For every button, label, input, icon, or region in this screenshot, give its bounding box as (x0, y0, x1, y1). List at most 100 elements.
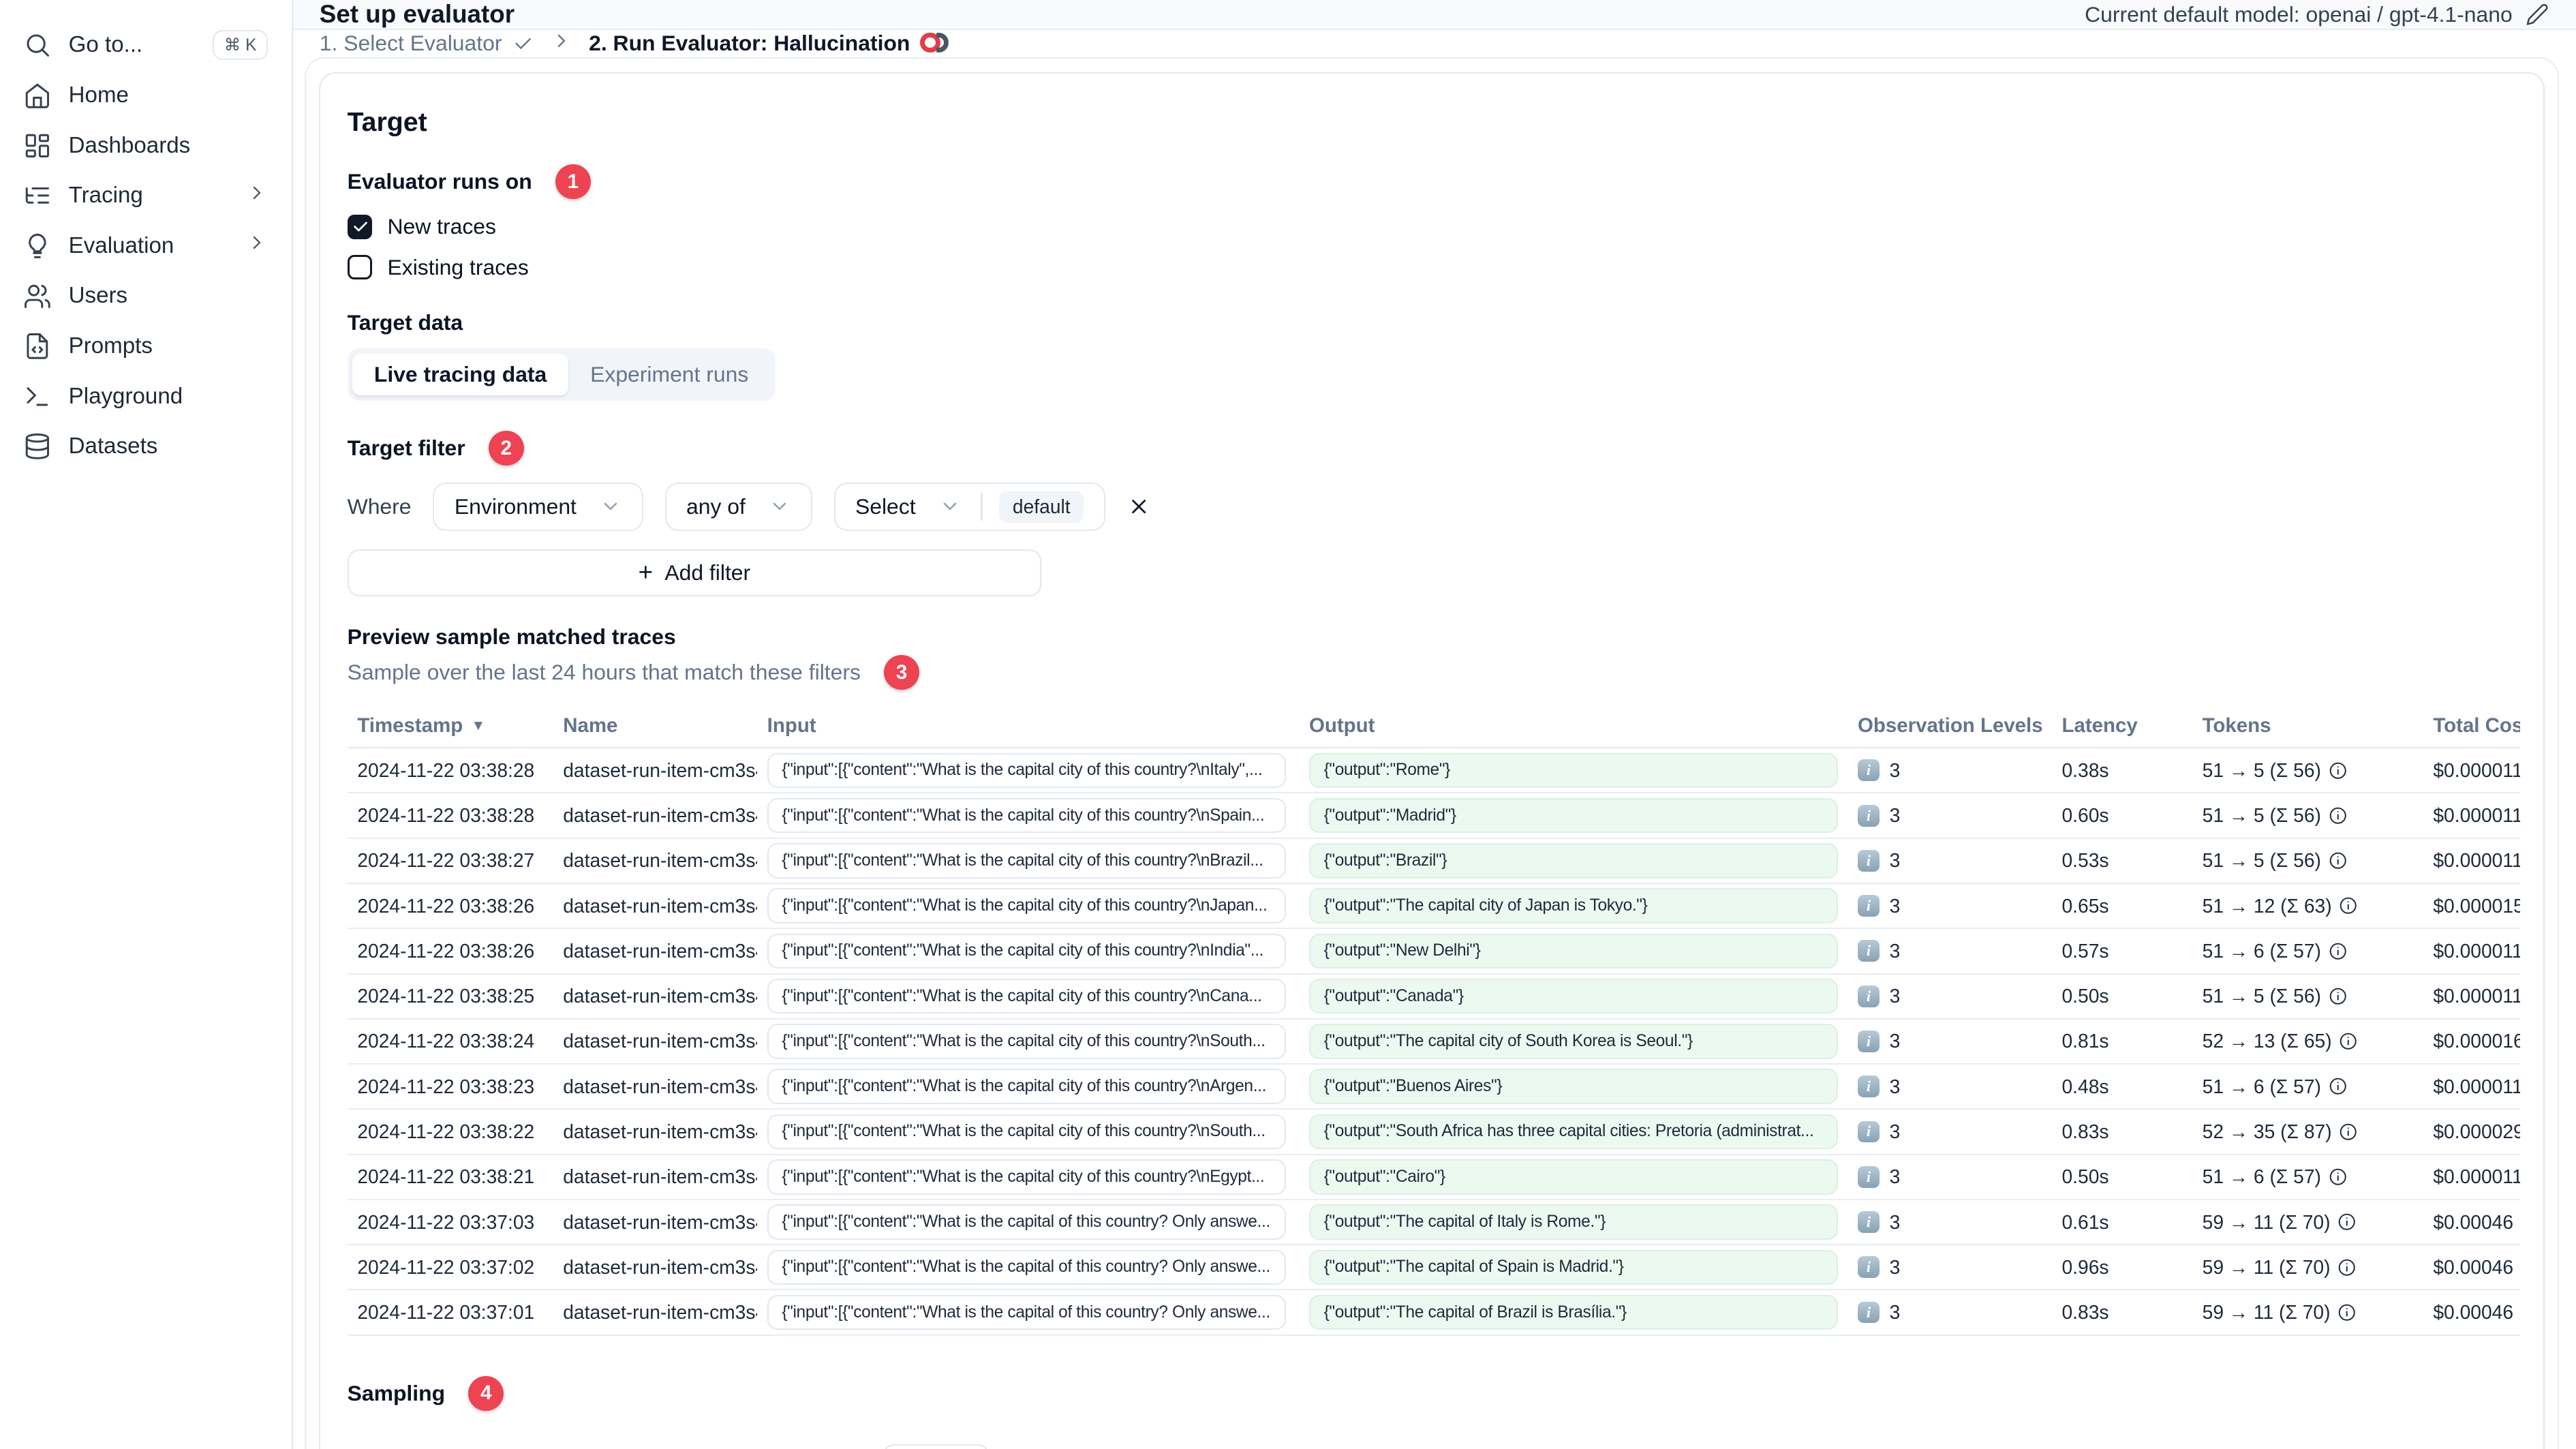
output-cell: {"output":"South Africa has three capita… (1299, 1114, 1847, 1150)
col-header-name[interactable]: Name (553, 714, 757, 737)
edit-pencil-icon[interactable] (2526, 3, 2549, 26)
input-json-box: {"input":[{"content":"What is the capita… (767, 1114, 1286, 1150)
input-json-box: {"input":[{"content":"What is the capita… (767, 843, 1286, 879)
cost-value: $0.00046 (2433, 1210, 2514, 1233)
info-circle-icon (2340, 1123, 2357, 1140)
timestamp-cell: 2024-11-22 03:38:23 (357, 1075, 535, 1097)
col-header-latency[interactable]: Latency (2052, 714, 2192, 737)
output-json-box: {"output":"The capital city of Japan is … (1308, 888, 1838, 924)
tab-live-tracing-data[interactable]: Live tracing data (352, 353, 569, 396)
table-row[interactable]: 2024-11-22 03:38:25 dataset-run-item-cm3… (347, 975, 2521, 1020)
page-title: Set up evaluator (319, 0, 515, 28)
sidebar-item-users[interactable]: Users (0, 271, 292, 322)
input-cell: {"input":[{"content":"What is the capita… (757, 978, 1299, 1014)
filter-operator-select[interactable]: any of (664, 482, 812, 532)
observation-levels-cell: i 3 (1847, 1120, 2051, 1143)
output-json-box: {"output":"Brazil"} (1308, 843, 1838, 879)
tokens-cell: 59 → 11 (Σ 70) (2192, 1256, 2423, 1279)
table-row[interactable]: 2024-11-22 03:37:03 dataset-run-item-cm3… (347, 1200, 2521, 1246)
observation-levels-cell: i 3 (1847, 804, 2051, 827)
filter-operator-value: any of (686, 493, 746, 519)
observation-count: 3 (1889, 1165, 1901, 1188)
tokens-value: 51 → 5 (Σ 56) (2202, 985, 2321, 1007)
tokens-cell: 51 → 12 (Σ 63) (2192, 895, 2423, 917)
table-row[interactable]: 2024-11-22 03:37:02 dataset-run-item-cm3… (347, 1245, 2521, 1291)
output-cell: {"output":"The capital city of South Kor… (1299, 1024, 1847, 1059)
input-cell: {"input":[{"content":"What is the capita… (757, 1069, 1299, 1104)
table-row[interactable]: 2024-11-22 03:37:01 dataset-run-item-cm3… (347, 1290, 2521, 1336)
output-json-box: {"output":"New Delhi"} (1308, 933, 1838, 969)
input-cell: {"input":[{"content":"What is the capita… (757, 1114, 1299, 1150)
tokens-cell: 51 → 6 (Σ 57) (2192, 1165, 2423, 1188)
table-row[interactable]: 2024-11-22 03:38:22 dataset-run-item-cm3… (347, 1110, 2521, 1155)
chevron-down-icon (943, 503, 957, 510)
col-header-tokens[interactable]: Tokens (2192, 714, 2423, 737)
table-row[interactable]: 2024-11-22 03:38:26 dataset-run-item-cm3… (347, 884, 2521, 930)
checkbox-checked-icon[interactable] (347, 214, 373, 240)
hallucination-knot-emoji (920, 33, 949, 55)
col-header-output[interactable]: Output (1299, 714, 1847, 737)
table-row[interactable]: 2024-11-22 03:38:26 dataset-run-item-cm3… (347, 929, 2521, 975)
info-circle-icon (2339, 1304, 2356, 1321)
checkbox-existing-traces[interactable]: Existing traces (347, 254, 2517, 280)
filter-value-select[interactable]: Select default (833, 482, 1105, 532)
tokens-value: 59 → 11 (Σ 70) (2202, 1210, 2331, 1233)
input-json-box: {"input":[{"content":"What is the capita… (767, 1204, 1286, 1240)
chevron-down-icon (604, 503, 617, 510)
step-run-evaluator[interactable]: 2. Run Evaluator: Hallucination (589, 31, 949, 56)
table-row[interactable]: 2024-11-22 03:38:27 dataset-run-item-cm3… (347, 839, 2521, 885)
checkbox-new-traces[interactable]: New traces (347, 214, 2517, 240)
sidebar-item-evaluation[interactable]: Evaluation (0, 221, 292, 271)
sidebar-item-dashboards[interactable]: Dashboards (0, 121, 292, 171)
info-circle-icon (2329, 988, 2346, 1005)
sidebar-item-tracing[interactable]: Tracing (0, 170, 292, 221)
info-emoji-icon: i (1858, 1256, 1880, 1279)
divider (981, 492, 983, 521)
info-circle-icon (2340, 898, 2357, 915)
col-header-observation-levels[interactable]: Observation Levels (1847, 714, 2051, 737)
output-json-box: {"output":"Buenos Aires"} (1308, 1069, 1838, 1104)
sampling-percent-input[interactable]: 100.00 (883, 1444, 990, 1449)
input-json-box: {"input":[{"content":"What is the capita… (767, 1249, 1286, 1285)
sidebar-item-label: Tracing (68, 183, 143, 209)
col-header-input[interactable]: Input (757, 714, 1299, 737)
step-badge-1: 1 (555, 164, 591, 200)
table-row[interactable]: 2024-11-22 03:38:23 dataset-run-item-cm3… (347, 1065, 2521, 1110)
table-row[interactable]: 2024-11-22 03:38:24 dataset-run-item-cm3… (347, 1020, 2521, 1065)
tokens-value: 51 → 6 (Σ 57) (2202, 1165, 2321, 1188)
sidebar-item-home[interactable]: Home (0, 70, 292, 121)
filter-column-select[interactable]: Environment (433, 482, 643, 532)
file-code-icon (27, 333, 48, 359)
checkbox-unchecked-icon[interactable] (347, 254, 373, 280)
observation-levels-cell: i 3 (1847, 940, 2051, 962)
col-header-timestamp[interactable]: Timestamp ▼ (348, 714, 553, 737)
add-filter-button[interactable]: + Add filter (347, 549, 1042, 596)
table-row[interactable]: 2024-11-22 03:38:28 dataset-run-item-cm3… (347, 748, 2521, 794)
sidebar-item-datasets[interactable]: Datasets (0, 421, 292, 472)
info-circle-icon (2329, 1168, 2346, 1185)
sidebar-goto-search[interactable]: Go to... ⌘ K (0, 20, 292, 70)
step-select-evaluator[interactable]: 1. Select Evaluator (320, 31, 534, 56)
search-icon (27, 34, 50, 57)
tab-experiment-runs[interactable]: Experiment runs (568, 354, 770, 396)
add-filter-label: Add filter (664, 560, 751, 585)
latency-cell: 0.83s (2061, 1120, 2109, 1142)
table-row[interactable]: 2024-11-22 03:38:21 dataset-run-item-cm3… (347, 1155, 2521, 1200)
tokens-cell: 52 → 35 (Σ 87) (2192, 1120, 2423, 1143)
sidebar-item-label: Playground (68, 383, 183, 409)
input-cell: {"input":[{"content":"What is the capita… (757, 1249, 1299, 1285)
name-cell: dataset-run-item-cm3s4 (563, 1030, 757, 1052)
info-emoji-icon: i (1858, 1211, 1880, 1233)
info-emoji-icon: i (1858, 1301, 1880, 1324)
wizard-steps: 1. Select Evaluator 2. Run Evaluator: Ha… (292, 30, 2576, 57)
timestamp-cell: 2024-11-22 03:38:28 (357, 759, 535, 781)
sidebar-item-playground[interactable]: Playground (0, 371, 292, 422)
col-header-total-cost[interactable]: Total Cost (2423, 714, 2520, 737)
where-label: Where (347, 493, 412, 519)
sidebar-item-prompts[interactable]: Prompts (0, 321, 292, 371)
close-icon (1131, 500, 1146, 514)
table-row[interactable]: 2024-11-22 03:38:28 dataset-run-item-cm3… (347, 793, 2521, 839)
cost-value: $0.000011 (2433, 985, 2520, 1007)
output-cell: {"output":"The capital of Brazil is Bras… (1299, 1294, 1847, 1330)
remove-filter-button[interactable] (1127, 495, 1150, 518)
